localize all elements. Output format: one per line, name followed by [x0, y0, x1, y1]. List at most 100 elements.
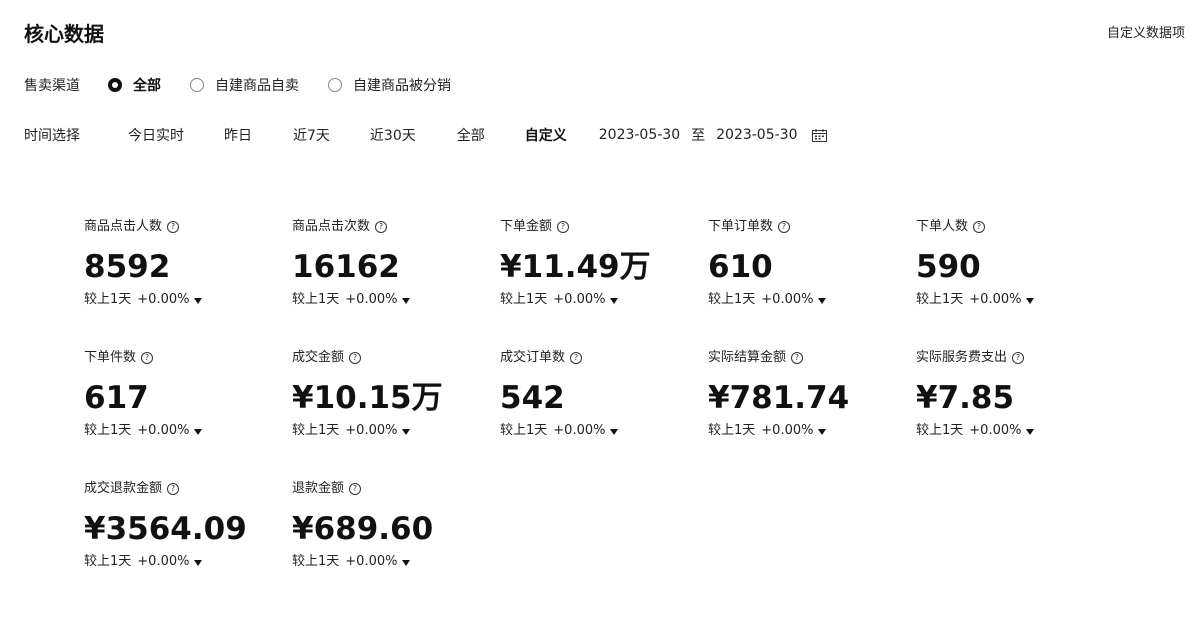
calendar-icon[interactable] — [811, 128, 827, 142]
metric-card: 下单金额? ¥11.49万 较上1天 +0.00% — [500, 216, 700, 316]
metric-compare-label: 较上1天 — [292, 554, 340, 569]
metric-compare-label: 较上1天 — [500, 423, 548, 438]
radio-unchecked-icon — [328, 78, 342, 92]
metric-label: 商品点击人数 — [84, 219, 163, 234]
metric-compare-label: 较上1天 — [500, 292, 548, 307]
metric-value: ¥689.60 — [292, 511, 434, 547]
question-circle-icon[interactable]: ? — [557, 221, 570, 233]
tab-custom[interactable]: 自定义 — [525, 125, 567, 145]
metric-compare-value: +0.00% — [969, 423, 1022, 438]
metric-compare-label: 较上1天 — [916, 292, 964, 307]
metric-label: 下单件数 — [84, 350, 137, 365]
page-title: 核心数据 — [24, 22, 104, 46]
date-range-picker[interactable]: 2023-05-30 至 2023-05-30 — [599, 125, 827, 145]
metric-label: 下单金额 — [500, 219, 553, 234]
question-circle-icon[interactable]: ? — [375, 221, 388, 233]
metric-compare-label: 较上1天 — [84, 423, 132, 438]
caret-down-icon — [194, 559, 203, 566]
metric-compare-label: 较上1天 — [292, 292, 340, 307]
metric-value: 590 — [916, 249, 981, 285]
metric-card: 商品点击次数? 16162 较上1天 +0.00% — [292, 216, 492, 316]
metric-compare-value: +0.00% — [553, 292, 606, 307]
radio-unchecked-icon — [190, 78, 204, 92]
question-circle-icon[interactable]: ? — [349, 483, 362, 495]
metric-value: 542 — [500, 380, 565, 416]
question-circle-icon[interactable]: ? — [973, 221, 986, 233]
caret-down-icon — [1026, 428, 1035, 435]
channel-option-distributed[interactable]: 自建商品被分销 — [328, 75, 451, 95]
metric-label: 下单人数 — [916, 219, 969, 234]
metric-value: 16162 — [292, 249, 400, 285]
channel-option-label: 自建商品被分销 — [353, 78, 451, 94]
metric-label: 成交订单数 — [500, 350, 566, 365]
metric-card: 成交订单数? 542 较上1天 +0.00% — [500, 347, 700, 447]
question-circle-icon[interactable]: ? — [570, 352, 583, 364]
tab-yesterday[interactable]: 昨日 — [224, 125, 252, 145]
metric-compare-label: 较上1天 — [84, 292, 132, 307]
metric-compare-value: +0.00% — [761, 292, 814, 307]
tab-last-7-days[interactable]: 近7天 — [293, 125, 330, 145]
metric-compare-value: +0.00% — [969, 292, 1022, 307]
metric-card: 实际服务费支出? ¥7.85 较上1天 +0.00% — [916, 347, 1116, 447]
caret-down-icon — [818, 297, 827, 304]
caret-down-icon — [402, 428, 411, 435]
metric-card: 下单订单数? 610 较上1天 +0.00% — [708, 216, 908, 316]
tab-last-30-days[interactable]: 近30天 — [370, 125, 416, 145]
channel-option-label: 全部 — [133, 78, 161, 94]
metric-label: 下单订单数 — [708, 219, 774, 234]
metric-value: ¥11.49万 — [500, 249, 651, 285]
channel-option-all[interactable]: 全部 — [108, 75, 161, 95]
sales-channel-label: 售卖渠道 — [24, 78, 80, 94]
metric-card: 实际结算金额? ¥781.74 较上1天 +0.00% — [708, 347, 908, 447]
metric-compare-value: +0.00% — [345, 423, 398, 438]
metric-compare-value: +0.00% — [761, 423, 814, 438]
caret-down-icon — [194, 297, 203, 304]
metric-card: 成交金额? ¥10.15万 较上1天 +0.00% — [292, 347, 492, 447]
metric-compare-value: +0.00% — [137, 423, 190, 438]
channel-option-self-sell[interactable]: 自建商品自卖 — [190, 75, 299, 95]
time-tabs: 今日实时 昨日 近7天 近30天 全部 自定义 — [128, 125, 599, 145]
metric-compare-value: +0.00% — [345, 554, 398, 569]
metric-card: 商品点击人数? 8592 较上1天 +0.00% — [84, 216, 284, 316]
time-filter-label: 时间选择 — [24, 128, 80, 144]
metric-label: 实际结算金额 — [708, 350, 787, 365]
metric-card: 下单人数? 590 较上1天 +0.00% — [916, 216, 1116, 316]
question-circle-icon[interactable]: ? — [1012, 352, 1025, 364]
sales-channel-filter: 售卖渠道 全部 自建商品自卖 自建商品被分销 — [24, 74, 480, 96]
caret-down-icon — [402, 559, 411, 566]
metric-value: 617 — [84, 380, 149, 416]
start-date[interactable]: 2023-05-30 — [599, 127, 680, 143]
metric-card: 成交退款金额? ¥3564.09 较上1天 +0.00% — [84, 478, 284, 578]
caret-down-icon — [194, 428, 203, 435]
metric-compare-value: +0.00% — [553, 423, 606, 438]
caret-down-icon — [610, 297, 619, 304]
question-circle-icon[interactable]: ? — [167, 221, 180, 233]
question-circle-icon[interactable]: ? — [791, 352, 804, 364]
question-circle-icon[interactable]: ? — [141, 352, 154, 364]
time-filter: 时间选择 今日实时 昨日 近7天 近30天 全部 自定义 2023-05-30 … — [24, 124, 827, 146]
metric-value: ¥3564.09 — [84, 511, 247, 547]
metric-value: 610 — [708, 249, 773, 285]
metric-label: 商品点击次数 — [292, 219, 371, 234]
metric-value: 8592 — [84, 249, 171, 285]
metric-label: 成交退款金额 — [84, 481, 163, 496]
metric-label: 成交金额 — [292, 350, 345, 365]
customize-metrics-link[interactable]: 自定义数据项 — [1107, 24, 1185, 44]
tab-today-realtime[interactable]: 今日实时 — [128, 125, 184, 145]
tab-all[interactable]: 全部 — [457, 125, 485, 145]
metric-compare-label: 较上1天 — [84, 554, 132, 569]
question-circle-icon[interactable]: ? — [349, 352, 362, 364]
metric-value: ¥10.15万 — [292, 380, 443, 416]
caret-down-icon — [610, 428, 619, 435]
metric-value: ¥7.85 — [916, 380, 1015, 416]
metric-label: 实际服务费支出 — [916, 350, 1008, 365]
metric-compare-value: +0.00% — [137, 554, 190, 569]
end-date[interactable]: 2023-05-30 — [716, 127, 797, 143]
caret-down-icon — [818, 428, 827, 435]
metric-card: 下单件数? 617 较上1天 +0.00% — [84, 347, 284, 447]
metric-compare-value: +0.00% — [137, 292, 190, 307]
metric-compare-label: 较上1天 — [916, 423, 964, 438]
radio-checked-icon — [108, 78, 122, 92]
question-circle-icon[interactable]: ? — [167, 483, 180, 495]
question-circle-icon[interactable]: ? — [778, 221, 791, 233]
